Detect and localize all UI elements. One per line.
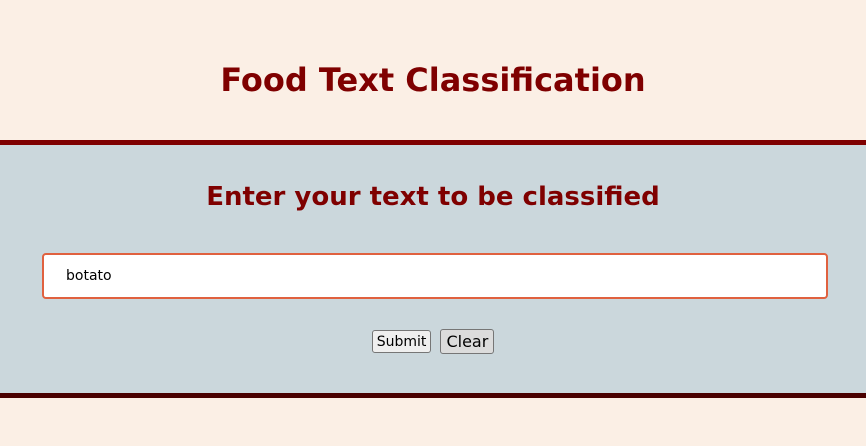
- button-row: Submit Clear: [0, 329, 866, 354]
- page-title: Food Text Classification: [220, 61, 646, 99]
- classification-panel: Enter your text to be classified Submit …: [0, 140, 866, 398]
- clear-button[interactable]: Clear: [440, 329, 495, 354]
- form-heading: Enter your text to be classified: [206, 182, 660, 212]
- submit-button[interactable]: Submit: [371, 330, 432, 353]
- page-header: Food Text Classification: [0, 0, 866, 140]
- text-input[interactable]: [42, 253, 828, 299]
